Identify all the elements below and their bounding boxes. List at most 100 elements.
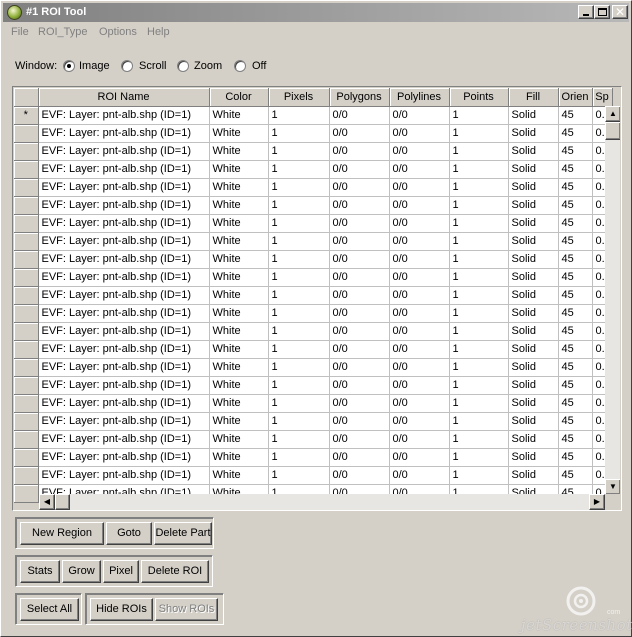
goto-button[interactable]: Goto [106,522,152,545]
table-cell[interactable]: EVF: Layer: pnt-alb.shp (ID=1) [38,340,210,359]
table-row[interactable]: EVF: Layer: pnt-alb.shp (ID=1) White 1 0/0 0… [14,232,613,251]
table-cell[interactable]: 0/0 [389,196,450,215]
table-cell[interactable]: EVF: Layer: pnt-alb.shp (ID=1) [38,160,210,179]
table-cell[interactable]: 45 [558,412,593,431]
table-cell[interactable]: 0/0 [389,142,450,161]
minimize-button[interactable] [578,5,594,19]
table-row[interactable]: EVF: Layer: pnt-alb.shp (ID=1) White 1 0/0 0… [14,376,613,395]
table-cell[interactable]: 1 [268,322,330,341]
table-cell[interactable]: 1 [268,196,330,215]
table-cell[interactable]: Solid [508,178,559,197]
table-row[interactable]: EVF: Layer: pnt-alb.shp (ID=1) White 1 0/0 0… [14,214,613,233]
table-row[interactable]: EVF: Layer: pnt-alb.shp (ID=1) White 1 0/0 0… [14,394,613,413]
table-cell[interactable]: 0/0 [389,340,450,359]
table-cell[interactable]: 1 [449,160,509,179]
table-cell[interactable]: 1 [268,466,330,485]
radio-zoom[interactable] [177,60,189,72]
table-cell[interactable]: White [209,322,269,341]
table-cell[interactable]: 1 [268,124,330,143]
table-cell[interactable]: White [209,268,269,287]
table-cell[interactable]: Solid [508,304,559,323]
table-cell[interactable]: EVF: Layer: pnt-alb.shp (ID=1) [38,178,210,197]
row-selector[interactable] [14,322,39,341]
table-cell[interactable]: Solid [508,394,559,413]
table-cell[interactable]: 1 [449,358,509,377]
radio-image-label[interactable]: Image [79,60,110,72]
table-cell[interactable]: 1 [449,466,509,485]
table-cell[interactable]: 0/0 [389,394,450,413]
table-cell[interactable]: 0/0 [329,412,390,431]
table-cell[interactable]: 1 [449,250,509,269]
row-selector[interactable] [14,160,39,179]
table-cell[interactable]: EVF: Layer: pnt-alb.shp (ID=1) [38,250,210,269]
table-cell[interactable]: 0/0 [389,448,450,467]
table-cell[interactable]: 0/0 [389,466,450,485]
table-cell[interactable]: 1 [268,376,330,395]
table-cell[interactable]: 0/0 [389,358,450,377]
row-selector[interactable] [14,340,39,359]
corner-header[interactable] [14,88,39,107]
table-cell[interactable]: 0/0 [329,430,390,449]
table-cell[interactable]: 1 [268,304,330,323]
table-cell[interactable]: 45 [558,430,593,449]
table-cell[interactable]: 45 [558,448,593,467]
table-cell[interactable]: 45 [558,160,593,179]
vertical-scroll-thumb[interactable] [605,122,620,140]
menu-file[interactable]: File [11,26,29,38]
row-selector[interactable] [14,268,39,287]
table-row[interactable]: EVF: Layer: pnt-alb.shp (ID=1) White 1 0/0 0… [14,448,613,467]
table-cell[interactable]: 0/0 [329,340,390,359]
table-cell[interactable]: 0/0 [389,178,450,197]
table-cell[interactable]: 0/0 [389,412,450,431]
table-cell[interactable]: White [209,466,269,485]
table-row[interactable]: EVF: Layer: pnt-alb.shp (ID=1) White 1 0/0 0… [14,196,613,215]
delete-part-button[interactable]: Delete Part [154,522,212,545]
table-cell[interactable]: 0/0 [329,250,390,269]
row-selector[interactable] [14,304,39,323]
table-cell[interactable]: 45 [558,268,593,287]
table-cell[interactable]: 45 [558,232,593,251]
row-selector[interactable] [14,286,39,305]
row-selector[interactable] [14,178,39,197]
menu-options[interactable]: Options [99,26,137,38]
envi-globe-icon[interactable] [7,5,22,20]
table-cell[interactable]: White [209,124,269,143]
table-cell[interactable]: 0/0 [329,304,390,323]
table-row[interactable]: EVF: Layer: pnt-alb.shp (ID=1) White 1 0/0 0… [14,358,613,377]
table-cell[interactable]: White [209,448,269,467]
table-cell[interactable]: 1 [449,412,509,431]
table-cell[interactable]: 1 [449,286,509,305]
hide-rois-button[interactable]: Hide ROIs [90,598,153,621]
table-cell[interactable]: White [209,142,269,161]
table-cell[interactable]: Solid [508,196,559,215]
table-cell[interactable]: 1 [268,286,330,305]
scroll-right-icon[interactable]: ▶ [589,494,605,510]
table-cell[interactable]: White [209,304,269,323]
row-selector[interactable] [14,376,39,395]
table-cell[interactable]: 0/0 [329,322,390,341]
table-row[interactable]: EVF: Layer: pnt-alb.shp (ID=1) White 1 0/0 0… [14,250,613,269]
table-cell[interactable]: 1 [268,268,330,287]
table-row[interactable]: EVF: Layer: pnt-alb.shp (ID=1) White 1 0/0 0… [14,466,613,485]
row-selector[interactable]: * [14,106,39,125]
table-cell[interactable]: Solid [508,412,559,431]
table-cell[interactable]: Solid [508,322,559,341]
column-header[interactable]: Fill [508,88,559,107]
row-selector[interactable] [14,394,39,413]
table-cell[interactable]: Solid [508,142,559,161]
scroll-up-icon[interactable]: ▲ [605,106,620,122]
row-selector[interactable] [14,214,39,233]
table-cell[interactable]: 0/0 [329,268,390,287]
table-cell[interactable]: 1 [449,304,509,323]
table-cell[interactable]: Solid [508,214,559,233]
table-cell[interactable]: Solid [508,124,559,143]
table-cell[interactable]: 45 [558,250,593,269]
table-cell[interactable]: 0/0 [389,160,450,179]
maximize-button[interactable] [594,5,610,19]
table-cell[interactable]: 0/0 [329,448,390,467]
table-cell[interactable]: EVF: Layer: pnt-alb.shp (ID=1) [38,466,210,485]
table-row[interactable]: EVF: Layer: pnt-alb.shp (ID=1) White 1 0/0 0… [14,124,613,143]
table-cell[interactable]: 0/0 [389,250,450,269]
table-row[interactable]: EVF: Layer: pnt-alb.shp (ID=1) White 1 0/0 0… [14,286,613,305]
radio-scroll-label[interactable]: Scroll [139,60,167,72]
